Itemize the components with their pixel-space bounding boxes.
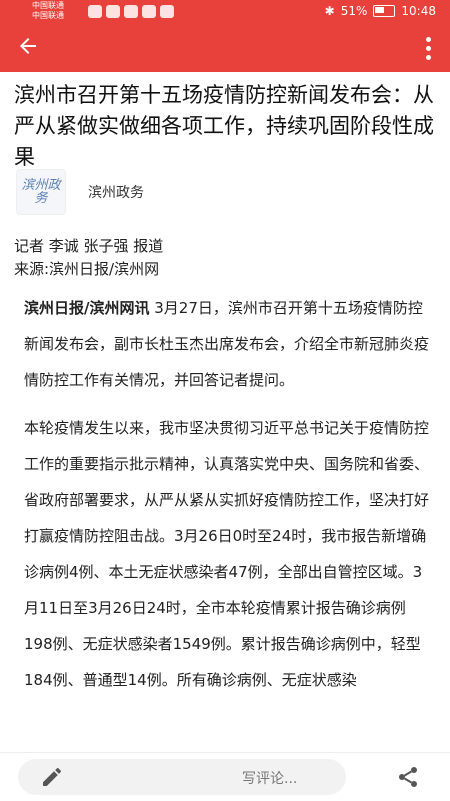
share-icon[interactable] (396, 765, 420, 789)
reporter-line: 记者 李诚 张子强 报道 (14, 237, 164, 255)
carrier-labels: 中国联通 中国联通 (32, 1, 64, 21)
carrier-2: 中国联通 (32, 11, 64, 20)
status-bar: 中国联通 中国联通 ✱ 51% 10:48 (0, 0, 450, 24)
arrow-left-icon (20, 38, 36, 54)
source-name[interactable]: 滨州政务 (88, 182, 144, 202)
paragraph: 滨州日报/滨州网讯 3月27日，滨州市召开第十五场疫情防控新闻发布会，副市长杜玉… (24, 290, 434, 398)
source-row[interactable]: 滨州政务 滨州政务 (16, 169, 144, 215)
bluetooth-icon: ✱ (324, 4, 335, 18)
bottom-bar: 写评论... (0, 752, 450, 801)
article-title: 滨州市召开第十五场疫情防控新闻发布会：从严从紧做实做细各项工作，持续巩固阶段性成… (14, 83, 434, 169)
notification-icon (88, 5, 102, 18)
notification-icon (142, 5, 156, 18)
pencil-icon[interactable] (40, 765, 66, 789)
carrier-1: 中国联通 (32, 1, 64, 10)
origin-line: 来源:滨州日报/滨州网 (14, 260, 160, 278)
app-bar (0, 24, 450, 72)
article-body: 滨州日报/滨州网讯 3月27日，滨州市召开第十五场疫情防控新闻发布会，副市长杜玉… (24, 290, 434, 710)
more-vert-icon (425, 36, 431, 42)
more-options-button[interactable] (418, 34, 438, 62)
comment-placeholder[interactable]: 写评论... (242, 768, 297, 788)
article-meta: 记者 李诚 张子强 报道 来源:滨州日报/滨州网 (14, 235, 163, 281)
paragraph: 本轮疫情发生以来，我市坚决贯彻习近平总书记关于疫情防控工作的重要指示批示精神，认… (24, 419, 430, 689)
status-right: ✱ 51% 10:48 (325, 4, 436, 18)
battery-icon (373, 5, 396, 17)
notification-icon (106, 5, 120, 18)
back-button[interactable] (16, 34, 52, 62)
clock: 10:48 (401, 4, 436, 18)
notification-icon (124, 5, 138, 18)
notification-icon (160, 5, 174, 18)
battery-percent: 51% (340, 4, 368, 18)
notification-icons (88, 5, 174, 18)
source-avatar[interactable]: 滨州政务 (16, 169, 66, 215)
paragraph-lead: 滨州日报/滨州网讯 (24, 299, 150, 317)
